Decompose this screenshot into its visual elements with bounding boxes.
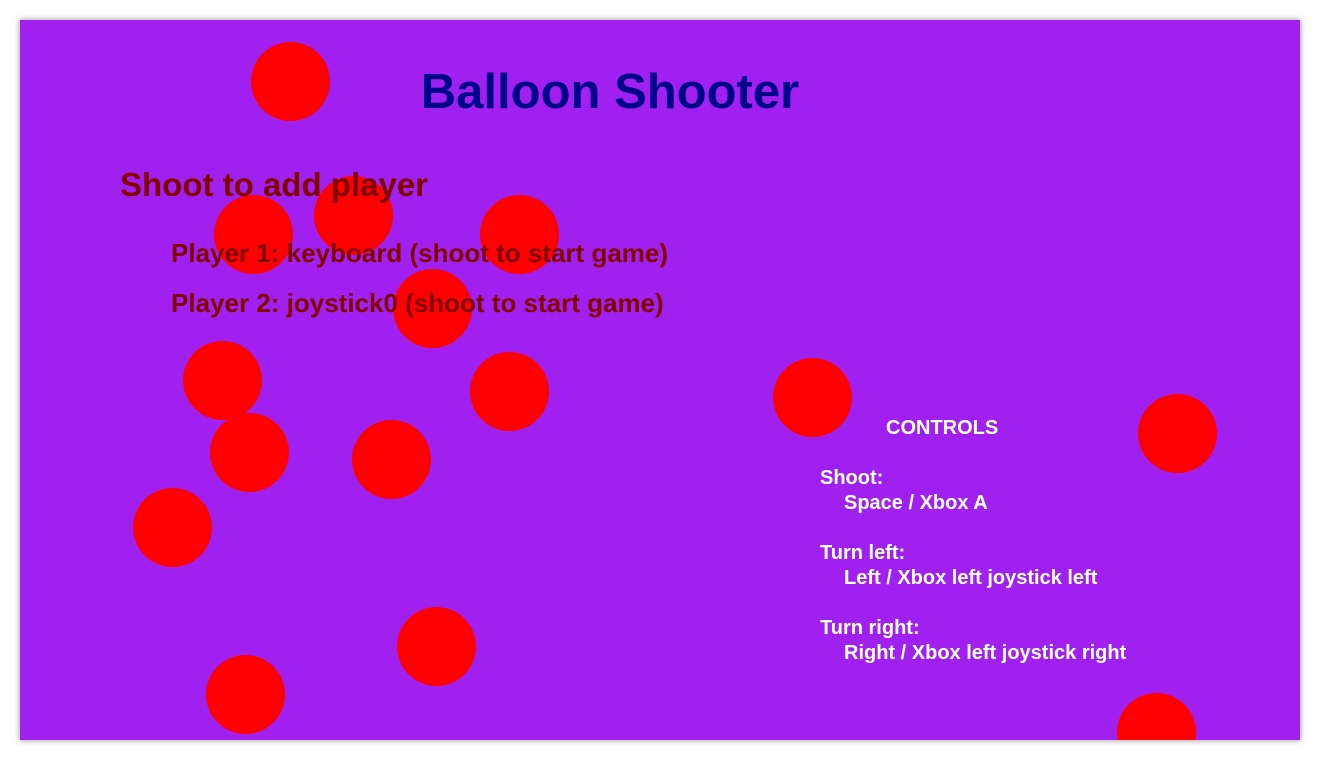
balloon [352,420,431,499]
game-title: Balloon Shooter [420,65,800,119]
control-turn-right: Turn right: Right / Xbox left joystick r… [820,616,1200,666]
control-keys-label: Right / Xbox left joystick right [844,642,1127,664]
balloon [206,655,285,734]
control-keys-label: Space / Xbox A [844,492,988,514]
balloon [183,341,262,420]
controls-panel: CONTROLS Shoot: Space / Xbox A Turn left… [820,416,1200,691]
control-action-label: Turn right: [820,617,920,639]
control-action-label: Shoot: [820,467,884,489]
lobby-heading: Shoot to add player [120,166,429,203]
control-shoot: Shoot: Space / Xbox A [820,466,1200,516]
controls-heading: CONTROLS [886,417,999,439]
balloon [133,488,212,567]
game-canvas: Balloon Shooter Shoot to add player Play… [20,20,1300,740]
control-turn-left: Turn left: Left / Xbox left joystick lef… [820,541,1200,591]
balloon [210,413,289,492]
player-1-status: Player 1: keyboard (shoot to start game) [171,238,669,268]
balloon [470,352,549,431]
balloon [1117,693,1196,740]
control-keys-label: Left / Xbox left joystick left [844,567,1098,589]
balloon [397,607,476,686]
player-2-status: Player 2: joystick0 (shoot to start game… [171,288,664,318]
control-action-label: Turn left: [820,542,906,564]
